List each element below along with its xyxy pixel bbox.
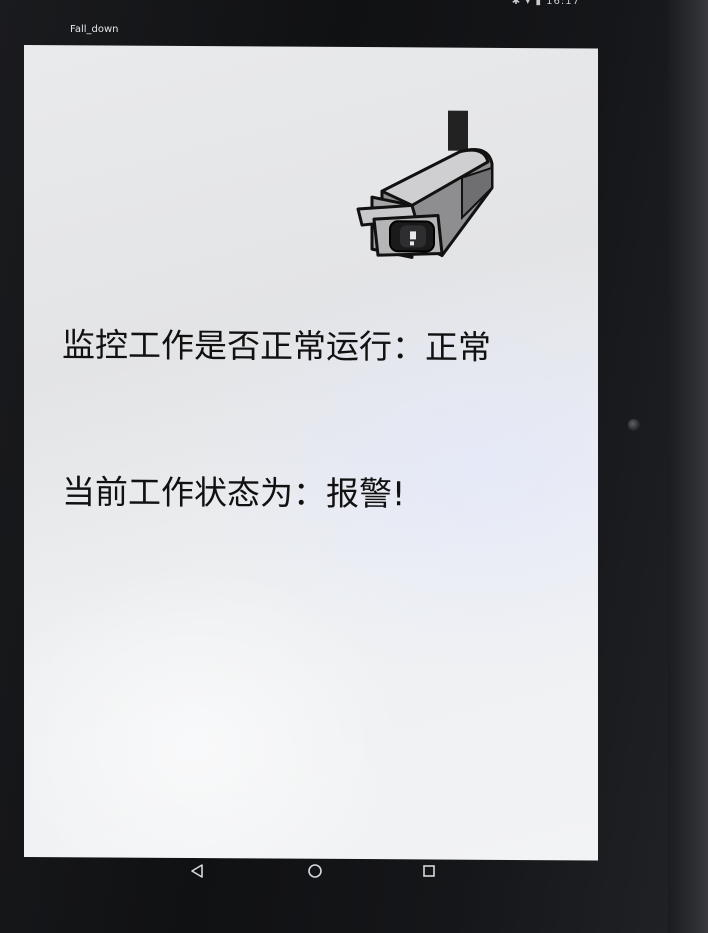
status-bar: ✱ ▾ ▮ 16:17 [511, 0, 580, 7]
back-button[interactable] [186, 860, 208, 882]
device-sensor [628, 419, 640, 431]
monitor-running-status: 监控工作是否正常运行：正常 [62, 325, 491, 367]
home-circle-icon [308, 864, 322, 878]
back-triangle-icon [191, 864, 203, 878]
navigation-bar [150, 856, 470, 886]
home-button[interactable] [304, 860, 326, 882]
device-edge [668, 0, 708, 933]
current-work-state: 当前工作状态为：报警! [62, 472, 406, 514]
recent-apps-square-icon [423, 865, 435, 877]
security-camera-icon [356, 110, 494, 259]
recent-apps-button[interactable] [418, 860, 440, 882]
app-screen: 监控工作是否正常运行：正常 当前工作状态为：报警! [24, 45, 598, 861]
tablet-device: ✱ ▾ ▮ 16:17 Fall_down 监控工作是否正常运行：正常 当前工作… [0, 0, 708, 933]
app-title: Fall_down [70, 24, 119, 35]
